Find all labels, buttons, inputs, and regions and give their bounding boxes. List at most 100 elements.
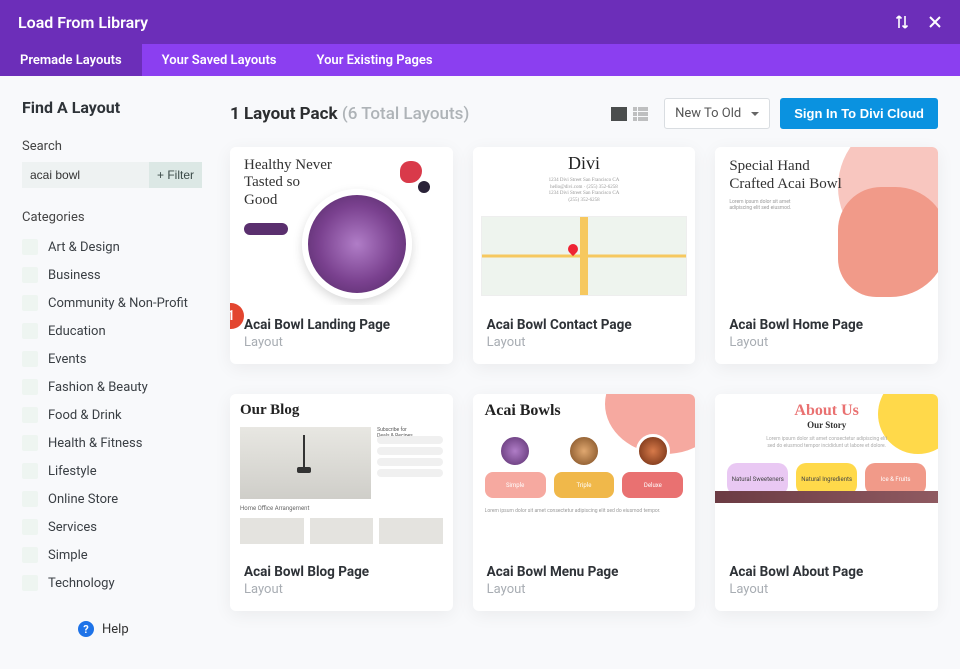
category-item[interactable]: Food & Drink — [22, 401, 202, 429]
tab-saved-layouts[interactable]: Your Saved Layouts — [142, 44, 297, 76]
layout-card[interactable]: Acai BowlsSimpleTripleDeluxeLorem ipsum … — [473, 394, 696, 611]
category-item[interactable]: Simple — [22, 541, 202, 569]
view-toggle — [611, 107, 648, 121]
modal-header: Load From Library — [0, 0, 960, 44]
main-toolbar: 1 Layout Pack (6 Total Layouts) New To O… — [230, 98, 938, 129]
layout-thumbnail: Special Hand Crafted Acai BowlLorem ipsu… — [715, 147, 938, 305]
layout-thumbnail: Acai BowlsSimpleTripleDeluxeLorem ipsum … — [473, 394, 696, 552]
search-label: Search — [22, 139, 202, 154]
swap-icon[interactable] — [894, 14, 910, 30]
category-label: Health & Fitness — [48, 436, 142, 451]
checkbox-icon — [22, 491, 38, 507]
sort-select[interactable]: New To Old — [664, 98, 770, 129]
help-button[interactable]: ? Help — [78, 621, 202, 637]
category-item[interactable]: Online Store — [22, 485, 202, 513]
layout-footer: Acai Bowl Landing Page Layout — [230, 305, 453, 364]
layout-thumbnail: Our BlogSubscribe for Deals & RecipesHom… — [230, 394, 453, 552]
sidebar-heading: Find A Layout — [22, 98, 202, 117]
category-item[interactable]: Health & Fitness — [22, 429, 202, 457]
sort-selected-label: New To Old — [675, 106, 741, 121]
layout-title: Acai Bowl Contact Page — [487, 317, 682, 333]
category-item[interactable]: Community & Non-Profit — [22, 289, 202, 317]
category-item[interactable]: Events — [22, 345, 202, 373]
categories-label: Categories — [22, 210, 202, 225]
help-label: Help — [102, 622, 129, 637]
layout-type: Layout — [244, 582, 439, 597]
layout-footer: Acai Bowl Contact Page Layout — [473, 305, 696, 364]
view-grid-icon[interactable] — [611, 107, 627, 121]
layout-title: Acai Bowl Menu Page — [487, 564, 682, 580]
checkbox-icon — [22, 435, 38, 451]
tab-existing-pages[interactable]: Your Existing Pages — [297, 44, 453, 76]
category-item[interactable]: Business — [22, 261, 202, 289]
layout-title: Acai Bowl Blog Page — [244, 564, 439, 580]
layout-type: Layout — [487, 582, 682, 597]
category-item[interactable]: Fashion & Beauty — [22, 373, 202, 401]
layout-type: Layout — [729, 335, 924, 350]
layout-card[interactable]: About UsOur StoryLorem ipsum dolor sit a… — [715, 394, 938, 611]
layout-grid: Healthy Never Tasted so GoodAcai Bowl La… — [230, 147, 938, 611]
layout-type: Layout — [244, 335, 439, 350]
layout-type: Layout — [487, 335, 682, 350]
results-title: 1 Layout Pack (6 Total Layouts) — [230, 104, 469, 124]
category-label: Simple — [48, 548, 88, 563]
category-label: Education — [48, 324, 106, 339]
category-label: Community & Non-Profit — [48, 296, 188, 311]
category-label: Fashion & Beauty — [48, 380, 148, 395]
view-list-icon[interactable] — [633, 107, 648, 121]
category-item[interactable]: Lifestyle — [22, 457, 202, 485]
layout-title: Acai Bowl Home Page — [729, 317, 924, 333]
category-label: Business — [48, 268, 101, 283]
checkbox-icon — [22, 267, 38, 283]
layout-card[interactable]: Healthy Never Tasted so GoodAcai Bowl La… — [230, 147, 453, 364]
results-count: 1 Layout Pack — [230, 104, 338, 124]
category-item[interactable]: Education — [22, 317, 202, 345]
results-subcount: (6 Total Layouts) — [342, 104, 470, 124]
layout-type: Layout — [729, 582, 924, 597]
checkbox-icon — [22, 379, 38, 395]
category-label: Services — [48, 520, 97, 535]
layout-title: Acai Bowl Landing Page — [244, 317, 439, 333]
layout-thumbnail: Healthy Never Tasted so Good — [230, 147, 453, 305]
category-item[interactable]: Art & Design — [22, 233, 202, 261]
layout-thumbnail: Divi1234 Divi Street San Francisco CAhel… — [473, 147, 696, 305]
checkbox-icon — [22, 519, 38, 535]
search-input[interactable] — [22, 162, 149, 188]
main-panel: 1 Layout Pack (6 Total Layouts) New To O… — [202, 98, 960, 637]
checkbox-icon — [22, 407, 38, 423]
category-item[interactable]: Services — [22, 513, 202, 541]
tab-premade-layouts[interactable]: Premade Layouts — [0, 44, 142, 76]
layout-thumbnail: About UsOur StoryLorem ipsum dolor sit a… — [715, 394, 938, 552]
filter-button[interactable]: + Filter — [149, 162, 202, 188]
checkbox-icon — [22, 575, 38, 591]
controls: New To Old Sign In To Divi Cloud — [611, 98, 938, 129]
checkbox-icon — [22, 323, 38, 339]
close-icon[interactable] — [928, 15, 942, 29]
tab-bar: Premade Layouts Your Saved Layouts Your … — [0, 44, 960, 76]
category-label: Online Store — [48, 492, 118, 507]
layout-footer: Acai Bowl About Page Layout — [715, 552, 938, 611]
category-label: Events — [48, 352, 86, 367]
layout-footer: Acai Bowl Menu Page Layout — [473, 552, 696, 611]
help-icon: ? — [78, 621, 94, 637]
layout-footer: Acai Bowl Home Page Layout — [715, 305, 938, 364]
sidebar: Find A Layout Search + Filter Categories… — [22, 98, 202, 637]
category-label: Technology — [48, 576, 115, 591]
checkbox-icon — [22, 295, 38, 311]
category-label: Lifestyle — [48, 464, 97, 479]
layout-footer: Acai Bowl Blog Page Layout — [230, 552, 453, 611]
header-actions — [894, 14, 942, 30]
checkbox-icon — [22, 463, 38, 479]
modal-title: Load From Library — [18, 13, 148, 32]
checkbox-icon — [22, 239, 38, 255]
layout-card[interactable]: Divi1234 Divi Street San Francisco CAhel… — [473, 147, 696, 364]
layout-card[interactable]: Our BlogSubscribe for Deals & RecipesHom… — [230, 394, 453, 611]
category-item[interactable]: Technology — [22, 569, 202, 597]
checkbox-icon — [22, 547, 38, 563]
layout-card[interactable]: Special Hand Crafted Acai BowlLorem ipsu… — [715, 147, 938, 364]
search-row: + Filter — [22, 162, 202, 188]
category-list: Art & Design Business Community & Non-Prof… — [22, 233, 202, 597]
layout-title: Acai Bowl About Page — [729, 564, 924, 580]
signin-button[interactable]: Sign In To Divi Cloud — [780, 98, 938, 129]
category-label: Art & Design — [48, 240, 120, 255]
